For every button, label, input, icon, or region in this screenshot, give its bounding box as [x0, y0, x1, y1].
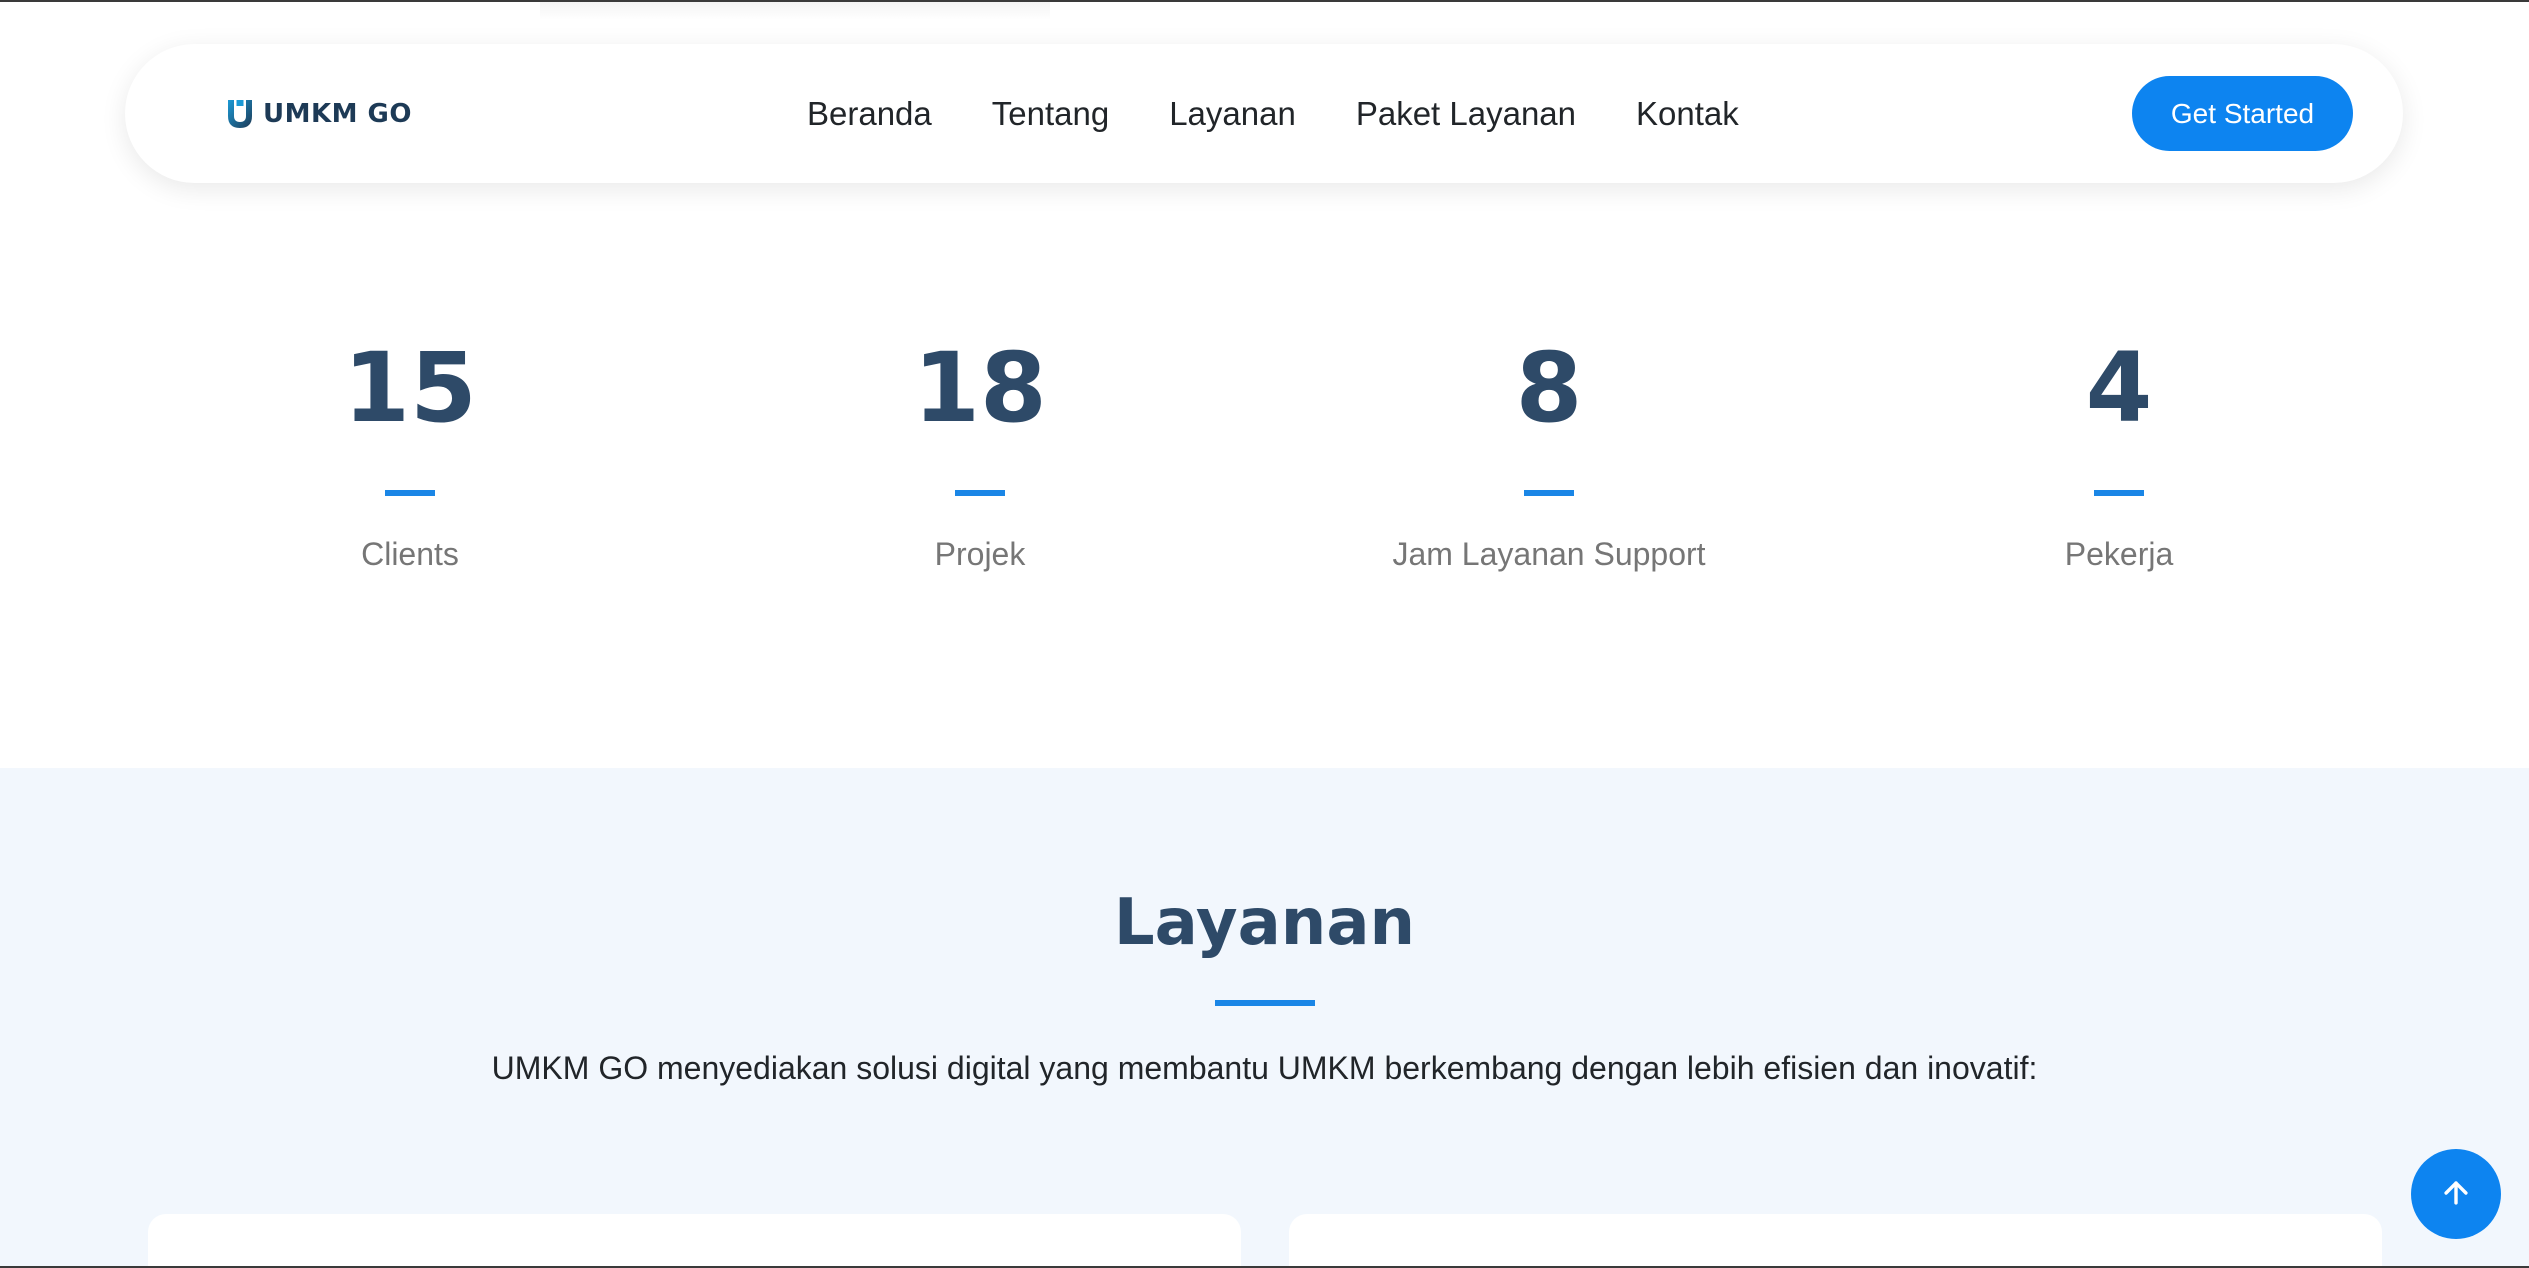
get-started-button[interactable]: Get Started — [2132, 76, 2353, 151]
stat-label: Projek — [934, 536, 1026, 572]
logo-text: UMKM GO — [263, 98, 413, 129]
stat-divider — [955, 490, 1005, 496]
logo-link[interactable]: UMKM GO — [225, 98, 412, 130]
stat-divider — [1524, 490, 1574, 496]
service-card — [148, 1214, 1241, 1266]
stat-item-projek: 18 Projek — [730, 302, 1230, 573]
stat-number: 15 — [343, 332, 477, 444]
u-logo-icon — [225, 98, 255, 130]
services-section: Layanan UMKM GO menyediakan solusi digit… — [0, 768, 2529, 1266]
stat-item-clients: 15 Clients — [160, 302, 660, 573]
stats-section: 15 Clients 18 Projek 8 Jam Layanan Suppo… — [0, 302, 2529, 622]
stat-divider — [385, 490, 435, 496]
section-title-divider — [1215, 1000, 1315, 1006]
stat-number: 8 — [1515, 332, 1583, 444]
scroll-to-top-button[interactable] — [2411, 1149, 2501, 1239]
arrow-up-icon — [2439, 1176, 2473, 1213]
nav-item-kontak[interactable]: Kontak — [1636, 95, 1739, 133]
nav-item-beranda[interactable]: Beranda — [807, 95, 932, 133]
top-shadow — [540, 2, 1050, 20]
section-description: UMKM GO menyediakan solusi digital yang … — [491, 1050, 2038, 1086]
stat-number: 18 — [913, 332, 1047, 444]
stat-number: 4 — [2085, 332, 2153, 444]
stat-label: Pekerja — [2064, 536, 2174, 572]
section-title: Layanan — [1113, 886, 1416, 960]
service-card — [1289, 1214, 2382, 1266]
main-nav: Beranda Tentang Layanan Paket Layanan Ko… — [807, 95, 1739, 133]
nav-item-tentang[interactable]: Tentang — [992, 95, 1109, 133]
stat-divider — [2094, 490, 2144, 496]
site-header: UMKM GO Beranda Tentang Layanan Paket La… — [125, 44, 2403, 183]
stat-item-jam-layanan-support: 8 Jam Layanan Support — [1299, 302, 1799, 573]
nav-item-layanan[interactable]: Layanan — [1169, 95, 1296, 133]
nav-item-paket-layanan[interactable]: Paket Layanan — [1356, 95, 1576, 133]
page: UMKM GO Beranda Tentang Layanan Paket La… — [0, 0, 2529, 1268]
stat-label: Jam Layanan Support — [1392, 536, 1706, 572]
stat-item-pekerja: 4 Pekerja — [1869, 302, 2369, 573]
stat-label: Clients — [361, 536, 459, 572]
